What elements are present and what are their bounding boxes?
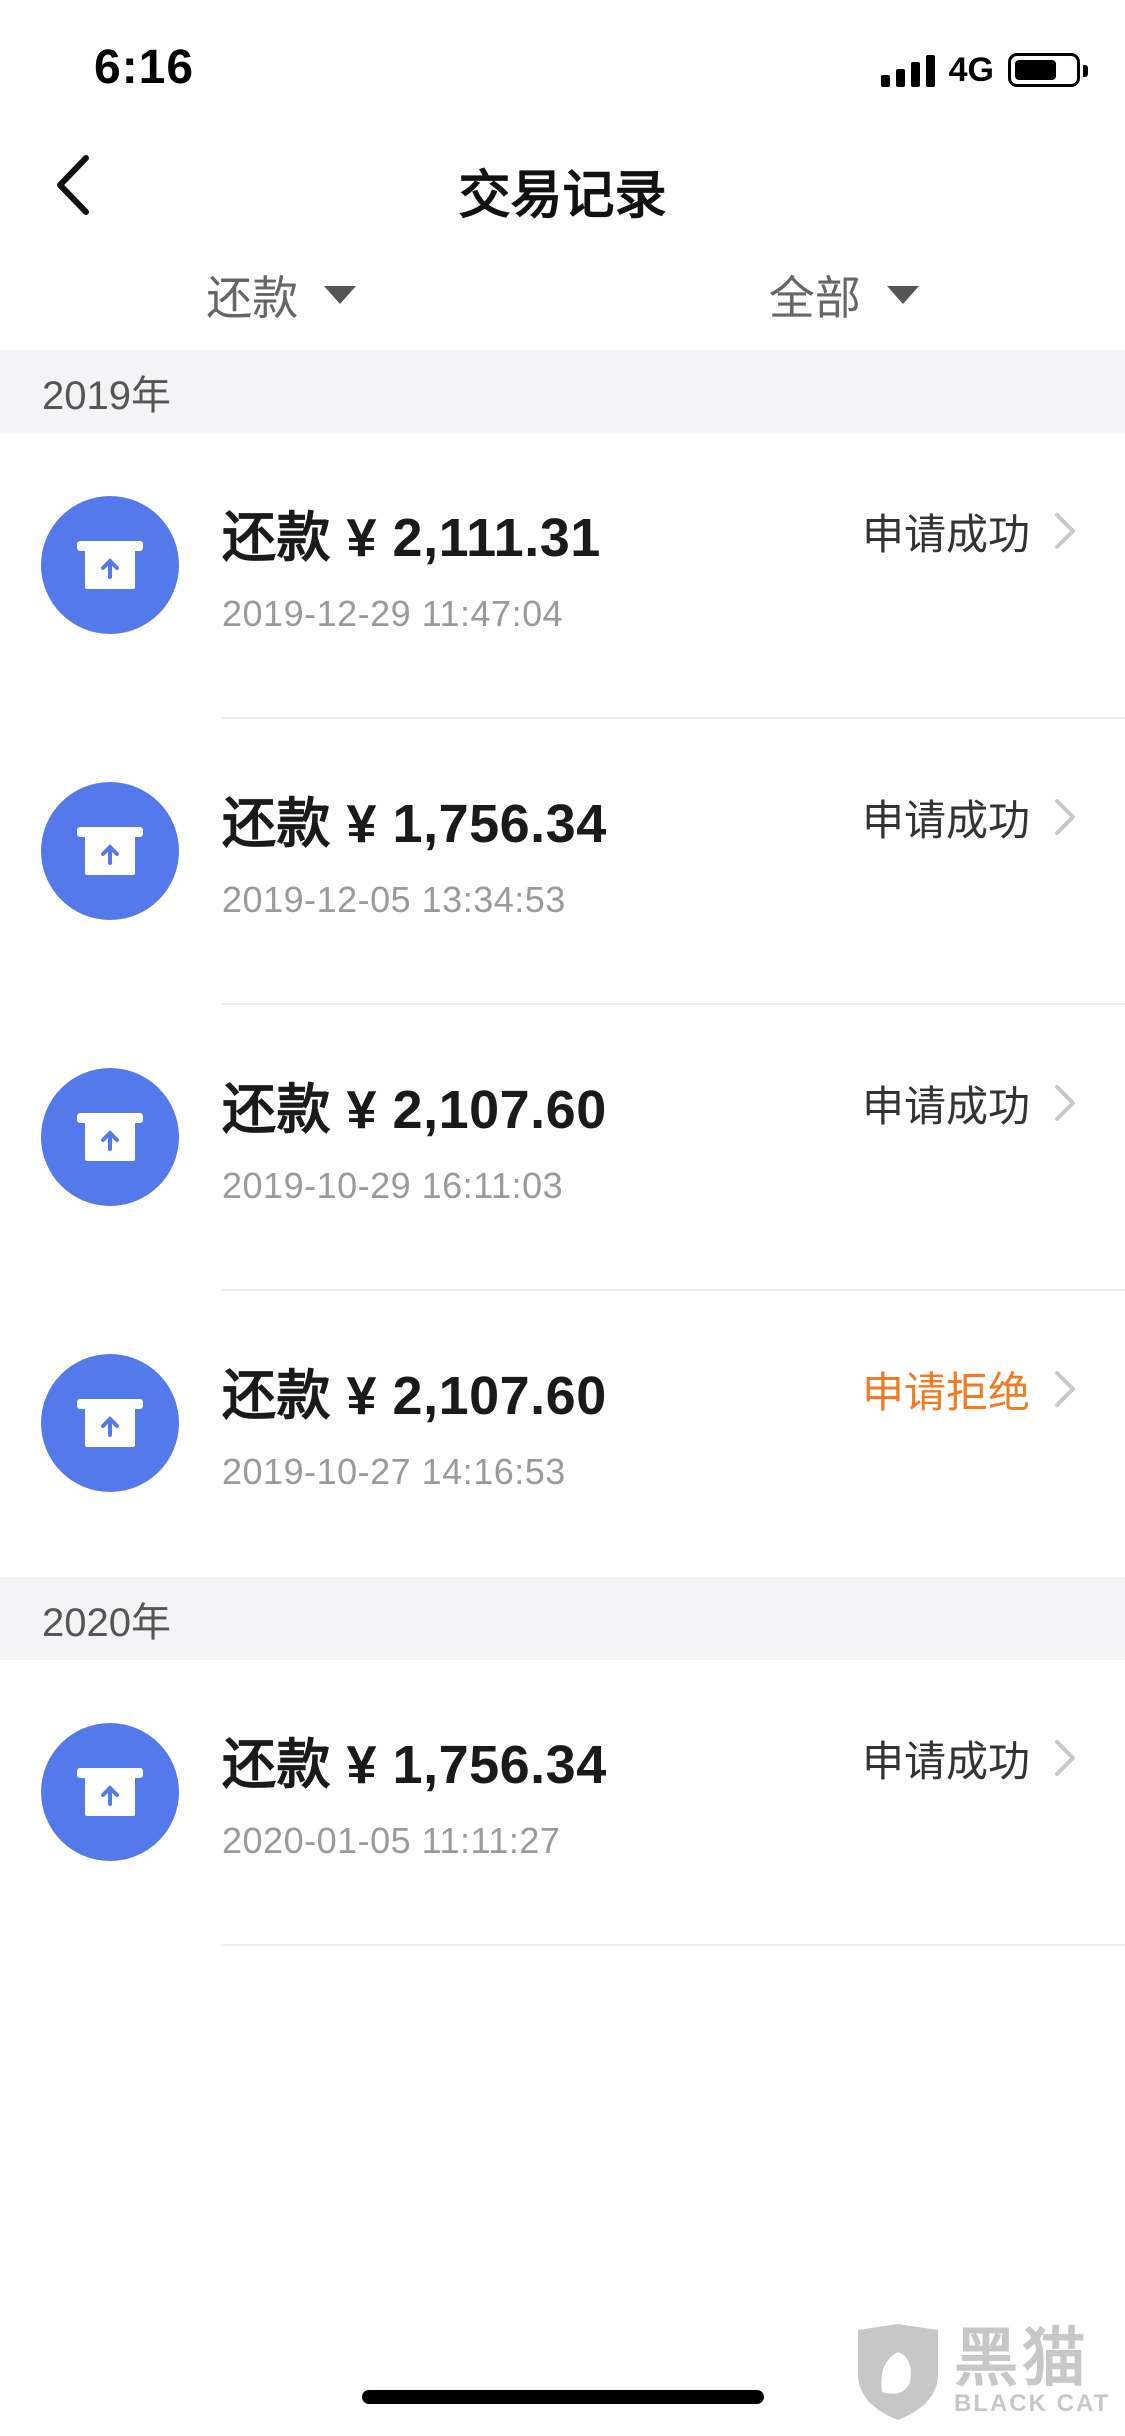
repayment-icon xyxy=(41,1068,179,1206)
status-bar: 6:16 4G xyxy=(0,0,1125,135)
status-indicators: 4G xyxy=(880,48,1088,92)
repayment-icon xyxy=(41,1723,179,1861)
transaction-status: 申请成功 xyxy=(861,797,1030,844)
transaction-status: 申请成功 xyxy=(861,1738,1030,1785)
section-header-year: 2020年 xyxy=(0,1577,1125,1660)
page-title: 交易记录 xyxy=(458,167,667,225)
status-time: 6:16 xyxy=(94,41,195,94)
battery-icon xyxy=(1008,53,1088,87)
transaction-time: 2019-12-29 11:47:04 xyxy=(222,593,564,634)
transaction-time: 2020-01-05 11:11:27 xyxy=(222,1820,561,1861)
chevron-right-icon xyxy=(1055,1085,1075,1121)
section-header-year: 2019年 xyxy=(0,350,1125,433)
transaction-time: 2019-10-29 16:11:03 xyxy=(222,1165,564,1206)
transaction-row[interactable]: 还款 ¥ 2,111.31 2019-12-29 11:47:04 申请成功 xyxy=(0,433,1125,719)
nav-bar: 交易记录 xyxy=(0,135,1125,235)
chevron-right-icon xyxy=(1055,799,1075,835)
transaction-status: 申请成功 xyxy=(861,1083,1030,1130)
filter-type-dropdown[interactable]: 还款 xyxy=(0,240,563,350)
transaction-amount: 还款 ¥ 1,756.34 xyxy=(222,1735,607,1795)
watermark-cn: 黑猫 xyxy=(954,2322,1090,2394)
transaction-amount: 还款 ¥ 1,756.34 xyxy=(222,794,607,854)
watermark-en: BLACK CAT xyxy=(954,2390,1111,2417)
transaction-amount: 还款 ¥ 2,107.60 xyxy=(222,1366,607,1426)
transaction-time: 2019-10-27 14:16:53 xyxy=(222,1451,566,1492)
chevron-right-icon xyxy=(1055,513,1075,549)
chevron-right-icon xyxy=(1055,1740,1075,1776)
transaction-amount: 还款 ¥ 2,111.31 xyxy=(222,508,601,568)
transaction-list: 2019年 还款 ¥ 2,111.31 2019-12-29 11:47:04 … xyxy=(0,350,1125,1946)
repayment-icon xyxy=(41,782,179,920)
caret-down-icon xyxy=(324,286,357,304)
cat-shield-icon xyxy=(858,2324,938,2420)
transaction-row[interactable]: 还款 ¥ 1,756.34 2020-01-05 11:11:27 申请成功 xyxy=(0,1660,1125,1946)
chevron-right-icon xyxy=(1055,1371,1075,1407)
filter-type-label: 还款 xyxy=(206,272,299,324)
home-indicator[interactable] xyxy=(362,2390,764,2404)
transaction-row[interactable]: 还款 ¥ 2,107.60 2019-10-27 14:16:53 申请拒绝 xyxy=(0,1291,1125,1577)
repayment-icon xyxy=(41,496,179,634)
transaction-status: 申请成功 xyxy=(861,511,1030,558)
transaction-row[interactable]: 还款 ¥ 2,107.60 2019-10-29 16:11:03 申请成功 xyxy=(0,1005,1125,1291)
signal-icon xyxy=(880,53,935,87)
transaction-row[interactable]: 还款 ¥ 1,756.34 2019-12-05 13:34:53 申请成功 xyxy=(0,719,1125,1005)
transaction-amount: 还款 ¥ 2,107.60 xyxy=(222,1080,607,1140)
divider xyxy=(222,1944,1125,1946)
transaction-time: 2019-12-05 13:34:53 xyxy=(222,879,566,920)
repayment-icon xyxy=(41,1354,179,1492)
watermark-logo: 黑猫 BLACK CAT xyxy=(852,2322,1110,2422)
caret-down-icon xyxy=(886,286,919,304)
filter-status-dropdown[interactable]: 全部 xyxy=(563,240,1125,350)
transaction-status-rejected: 申请拒绝 xyxy=(861,1369,1030,1416)
filter-status-label: 全部 xyxy=(768,272,861,324)
filter-bar: 还款 全部 xyxy=(0,240,1125,350)
network-type: 4G xyxy=(948,50,994,89)
